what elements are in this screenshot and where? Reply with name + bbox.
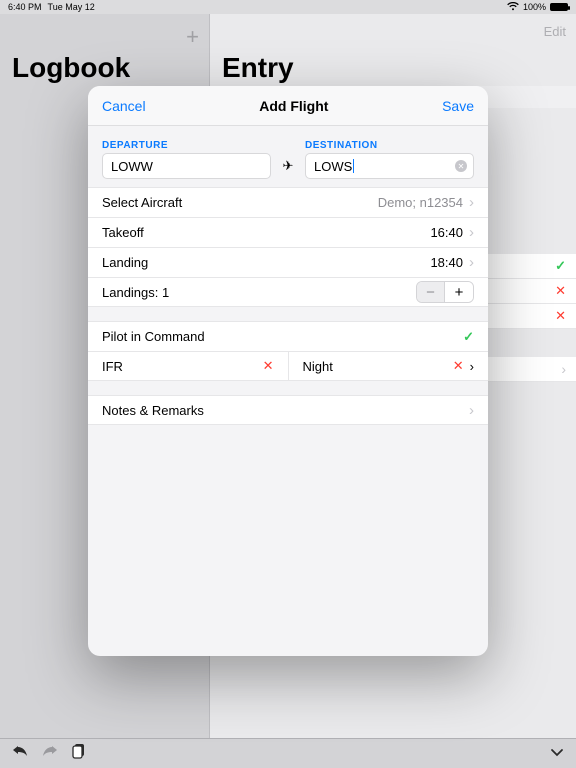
redo-icon[interactable] [42, 744, 58, 763]
modal-title: Add Flight [259, 98, 328, 114]
night-label: Night [303, 359, 453, 374]
chevron-right-icon: › [470, 359, 474, 374]
check-icon: ✓ [463, 329, 474, 345]
status-bar: 6:40 PM Tue May 12 100% [0, 0, 576, 14]
row-landings: Landings: 1 − + [88, 277, 488, 307]
clear-icon[interactable]: ✕ [455, 160, 467, 172]
status-date: Tue May 12 [48, 2, 95, 12]
stepper-plus[interactable]: + [445, 282, 473, 302]
aircraft-value: Demo; n12354 [378, 195, 463, 210]
takeoff-value: 16:40 [430, 225, 463, 240]
landings-stepper[interactable]: − + [416, 281, 474, 303]
landings-label: Landings: 1 [102, 285, 416, 300]
logbook-title: Logbook [12, 52, 130, 84]
row-ifr-night: IFR ✕ Night ✕ › [88, 351, 488, 381]
row-night[interactable]: Night ✕ › [289, 352, 489, 380]
row-select-aircraft[interactable]: Select Aircraft Demo; n12354 › [88, 187, 488, 217]
landing-value: 18:40 [430, 255, 463, 270]
battery-percent: 100% [523, 2, 546, 12]
chevron-down-icon[interactable] [550, 745, 564, 763]
x-icon: ✕ [555, 283, 566, 299]
departure-label: DEPARTURE [102, 140, 271, 151]
chevron-right-icon: › [469, 254, 474, 271]
row-pic[interactable]: Pilot in Command ✓ [88, 321, 488, 351]
chevron-right-icon: › [469, 224, 474, 241]
cancel-button[interactable]: Cancel [102, 98, 146, 114]
destination-value: LOWS [314, 159, 352, 174]
save-button[interactable]: Save [442, 98, 474, 114]
destination-input[interactable]: LOWS ✕ [305, 153, 474, 179]
row-landing[interactable]: Landing 18:40 › [88, 247, 488, 277]
chevron-right-icon: › [561, 361, 566, 377]
modal-header: Cancel Add Flight Save [88, 86, 488, 126]
bottom-toolbar [0, 738, 576, 768]
pic-label: Pilot in Command [102, 329, 463, 344]
copy-icon[interactable] [72, 743, 86, 764]
chevron-right-icon: › [469, 194, 474, 211]
ifr-label: IFR [102, 359, 263, 374]
select-aircraft-label: Select Aircraft [102, 195, 378, 210]
check-icon: ✓ [555, 258, 566, 274]
landing-label: Landing [102, 255, 430, 270]
chevron-right-icon: › [469, 402, 474, 419]
add-icon[interactable]: + [186, 24, 199, 50]
wifi-icon [507, 2, 519, 13]
airplane-icon: ✈ [277, 158, 299, 174]
departure-input[interactable]: LOWW [102, 153, 271, 179]
battery-icon [550, 3, 568, 11]
row-notes[interactable]: Notes & Remarks › [88, 395, 488, 425]
add-flight-modal: Cancel Add Flight Save DEPARTURE DESTINA… [88, 86, 488, 656]
row-takeoff[interactable]: Takeoff 16:40 › [88, 217, 488, 247]
row-ifr[interactable]: IFR ✕ [88, 352, 288, 380]
departure-value: LOWW [111, 159, 153, 174]
stepper-minus[interactable]: − [417, 282, 445, 302]
takeoff-label: Takeoff [102, 225, 430, 240]
undo-icon[interactable] [12, 744, 28, 763]
entry-title: Entry [222, 52, 294, 84]
edit-button[interactable]: Edit [544, 24, 566, 39]
x-icon: ✕ [263, 358, 274, 374]
destination-label: DESTINATION [305, 140, 474, 151]
notes-label: Notes & Remarks [102, 403, 465, 418]
x-icon: ✕ [555, 308, 566, 324]
status-time: 6:40 PM [8, 2, 42, 12]
modal-body: DEPARTURE DESTINATION LOWW ✈ LOWS ✕ Sele… [88, 126, 488, 656]
x-icon: ✕ [453, 358, 464, 374]
